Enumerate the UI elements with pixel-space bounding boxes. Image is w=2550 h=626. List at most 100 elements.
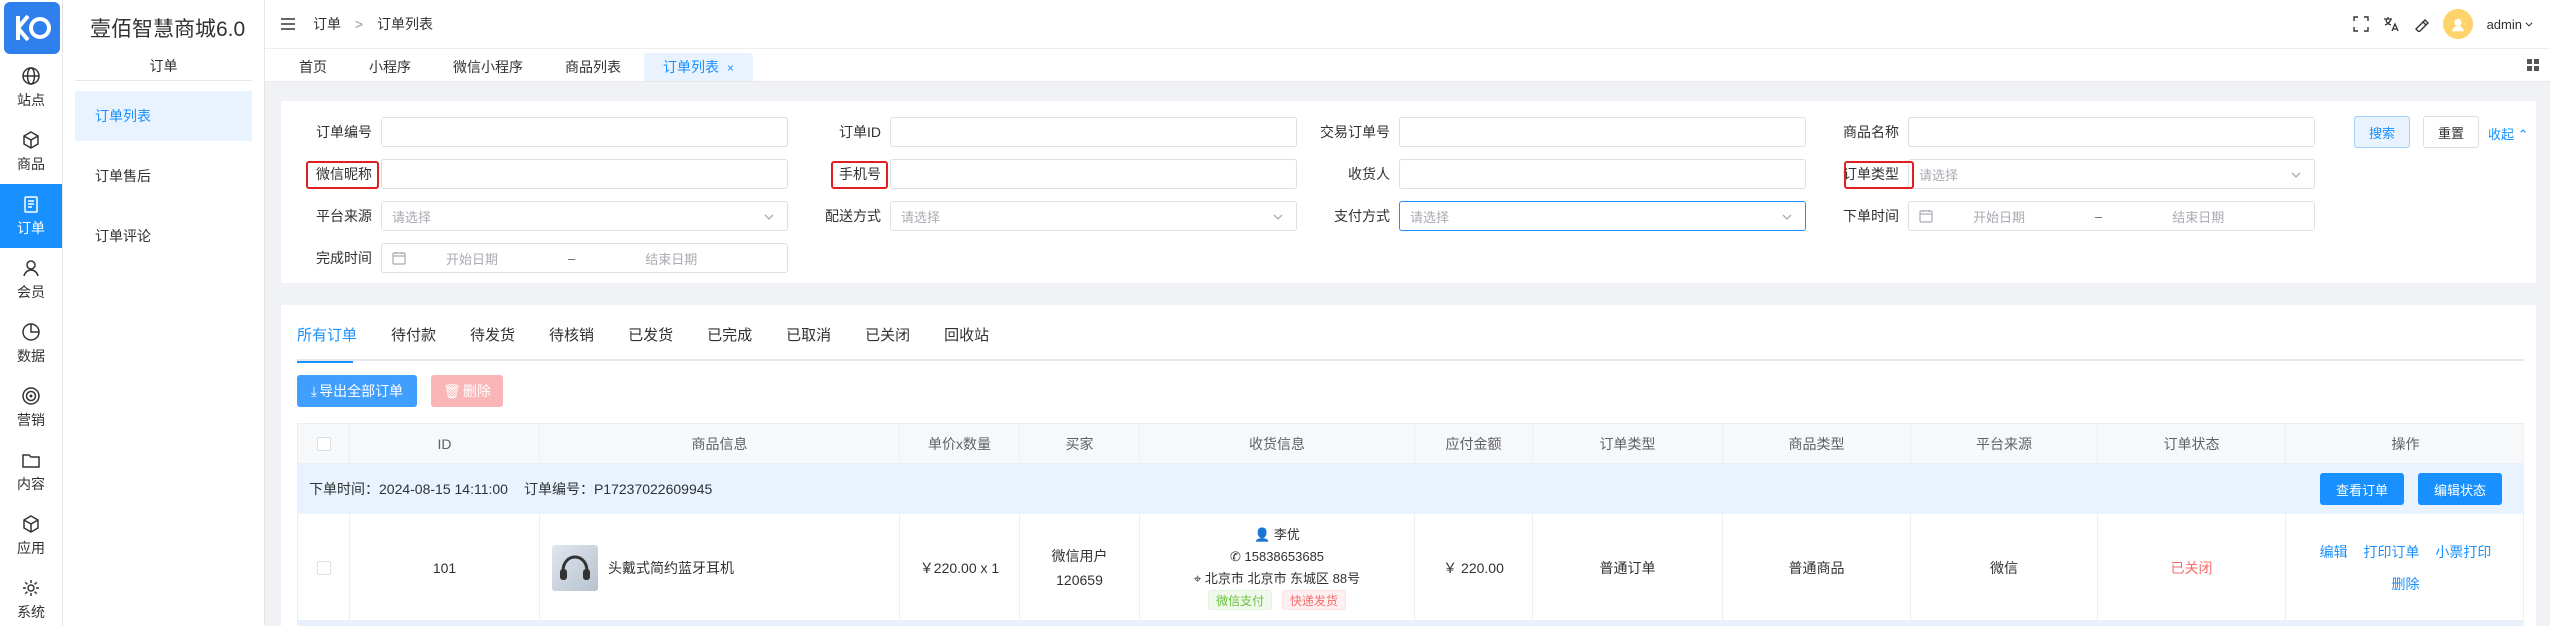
phone-icon: ✆ [1229,548,1241,564]
view-order-button[interactable]: 查看订单 [2320,473,2404,505]
wx-nick-input[interactable] [381,159,788,189]
phone-input[interactable] [890,159,1297,189]
finish-time-range[interactable]: 开始日期 – 结束日期 [381,243,788,273]
filter-label: 订单编号 [316,124,372,140]
receiver-name-line: 👤 李优 [1254,524,1300,546]
rail-item-site[interactable]: 站点 [0,56,62,120]
order-tab-all[interactable]: 所有订单 [297,319,371,363]
cell-status: 已关闭 [2098,514,2286,621]
rail-item-members[interactable]: 会员 [0,248,62,312]
search-button[interactable]: 搜索 [2354,116,2410,148]
tab-wechat-mini-program[interactable]: 微信小程序 [434,53,542,81]
rail-label: 会员 [17,284,45,300]
sub-menu: 壹佰智慧商城6.0 订单 订单列表 订单售后 订单评论 [63,0,265,626]
order-tab-cancelled[interactable]: 已取消 [786,319,845,361]
col-header-goods: 商品信息 [540,424,900,464]
goods-name-input[interactable] [1908,117,2315,147]
tab-mini-program[interactable]: 小程序 [350,53,430,81]
export-all-button[interactable]: ⤓ 导出全部订单 [297,375,417,407]
col-header-amount: 应付金额 [1415,424,1533,464]
avatar[interactable] [2442,9,2473,39]
range-separator: – [2095,208,2103,224]
filter-label: 完成时间 [316,250,372,266]
filter-goods-name: 商品名称 [1808,116,2315,148]
delivery-select[interactable]: 请选择 [890,201,1297,231]
order-tab-completed[interactable]: 已完成 [707,319,766,361]
rail-item-system[interactable]: 系统 [0,568,62,626]
rail-item-goods[interactable]: 商品 [0,120,62,184]
order-tab-closed[interactable]: 已关闭 [865,319,924,361]
product-thumbnail [552,544,598,591]
hamburger-icon[interactable] [281,18,295,30]
start-date-placeholder: 开始日期 [446,251,499,267]
rail-item-content[interactable]: 内容 [0,440,62,504]
order-tab-shipped[interactable]: 已发货 [628,319,687,361]
edit-status-button[interactable]: 编辑状态 [2418,473,2502,505]
order-tab-to-ship[interactable]: 待发货 [470,319,529,361]
receiver-phone: 15838653685 [1244,548,1325,564]
location-icon: ⌖ [1193,570,1202,586]
payment-select[interactable]: 请选择 [1399,201,1806,231]
chevron-down-icon[interactable] [2524,19,2534,29]
rail-item-data[interactable]: 数据 [0,312,62,376]
rail-item-marketing[interactable]: 营销 [0,376,62,440]
sub-item-reviews[interactable]: 订单评论 [75,211,252,261]
order-tab-recycle-bin[interactable]: 回收站 [944,319,1003,361]
translate-icon[interactable] [2383,16,2399,32]
sub-item-after-sales[interactable]: 订单售后 [75,151,252,201]
row-select-cell [298,514,350,621]
filter-delivery: 配送方式 请选择 [790,200,1297,232]
order-time-range[interactable]: 开始日期 – 结束日期 [1908,201,2315,231]
trade-no-input[interactable] [1399,117,1806,147]
tab-goods-list[interactable]: 商品列表 [546,53,640,81]
filter-label: 平台来源 [316,208,372,224]
chevron-down-icon [2291,172,2301,178]
close-icon[interactable]: × [727,61,734,75]
rail-item-orders[interactable]: 订单 [0,184,62,248]
user-name[interactable]: admin [2487,17,2522,32]
receiver-input[interactable] [1399,159,1806,189]
reset-button[interactable]: 重置 [2423,116,2479,148]
grid-icon[interactable] [2526,58,2540,72]
edit-link[interactable]: 编辑 [2320,544,2348,560]
folder-icon [22,454,40,468]
delete-button[interactable]: 🗑 删除 [431,375,503,407]
filter-order-no: 订单编号 [281,116,788,148]
order-tab-to-verify[interactable]: 待核销 [549,319,608,361]
order-tab-unpaid[interactable]: 待付款 [391,319,450,361]
download-icon: ⤓ [310,382,318,399]
sub-item-order-list[interactable]: 订单列表 [75,91,252,141]
receiver-address: 北京市 北京市 东城区 88号 [1204,570,1361,586]
main-nav-rail: 站点 商品 订单 会员 数据 营销 内容 应用 系统 [0,0,63,626]
col-header-order-type: 订单类型 [1533,424,1723,464]
collapse-toggle[interactable]: 收起 ⌃ [2488,124,2529,143]
select-all-cell [298,424,350,464]
chevron-down-icon [1273,214,1283,220]
print-receipt-link[interactable]: 小票打印 [2435,544,2491,560]
row-checkbox[interactable] [316,560,331,575]
theme-icon[interactable] [2413,16,2429,32]
order-type-select[interactable]: 请选择 [1908,159,2315,189]
delete-link[interactable]: 删除 [2392,576,2420,592]
order-no-input[interactable] [381,117,788,147]
globe-icon [22,67,40,85]
print-order-link[interactable]: 打印订单 [2364,544,2420,560]
person-icon: 👤 [1254,526,1271,542]
goods-name[interactable]: 头戴式简约蓝牙耳机 [608,558,734,578]
tab-home[interactable]: 首页 [280,53,346,81]
fullscreen-icon[interactable] [2352,16,2369,32]
order-id-input[interactable] [890,117,1297,147]
end-date-placeholder: 结束日期 [2172,209,2225,225]
export-label: 导出全部订单 [319,383,404,399]
filter-order-time: 下单时间 开始日期 – 结束日期 [1808,200,2315,232]
chevron-down-icon [1782,214,1792,220]
rail-item-apps[interactable]: 应用 [0,504,62,568]
platform-select[interactable]: 请选择 [381,201,788,231]
cell-id: 101 [350,514,540,621]
order-status-tabs: 所有订单 待付款 待发货 待核销 已发货 已完成 已取消 已关闭 回收站 [297,319,2524,363]
actions-line-2: 删除 [2386,568,2426,600]
select-all-checkbox[interactable] [316,437,331,451]
tab-order-list[interactable]: 订单列表 × [644,53,754,81]
receiver-tags: 微信支付 快递发货 [1205,589,1349,612]
breadcrumb-root[interactable]: 订单 [313,16,341,32]
